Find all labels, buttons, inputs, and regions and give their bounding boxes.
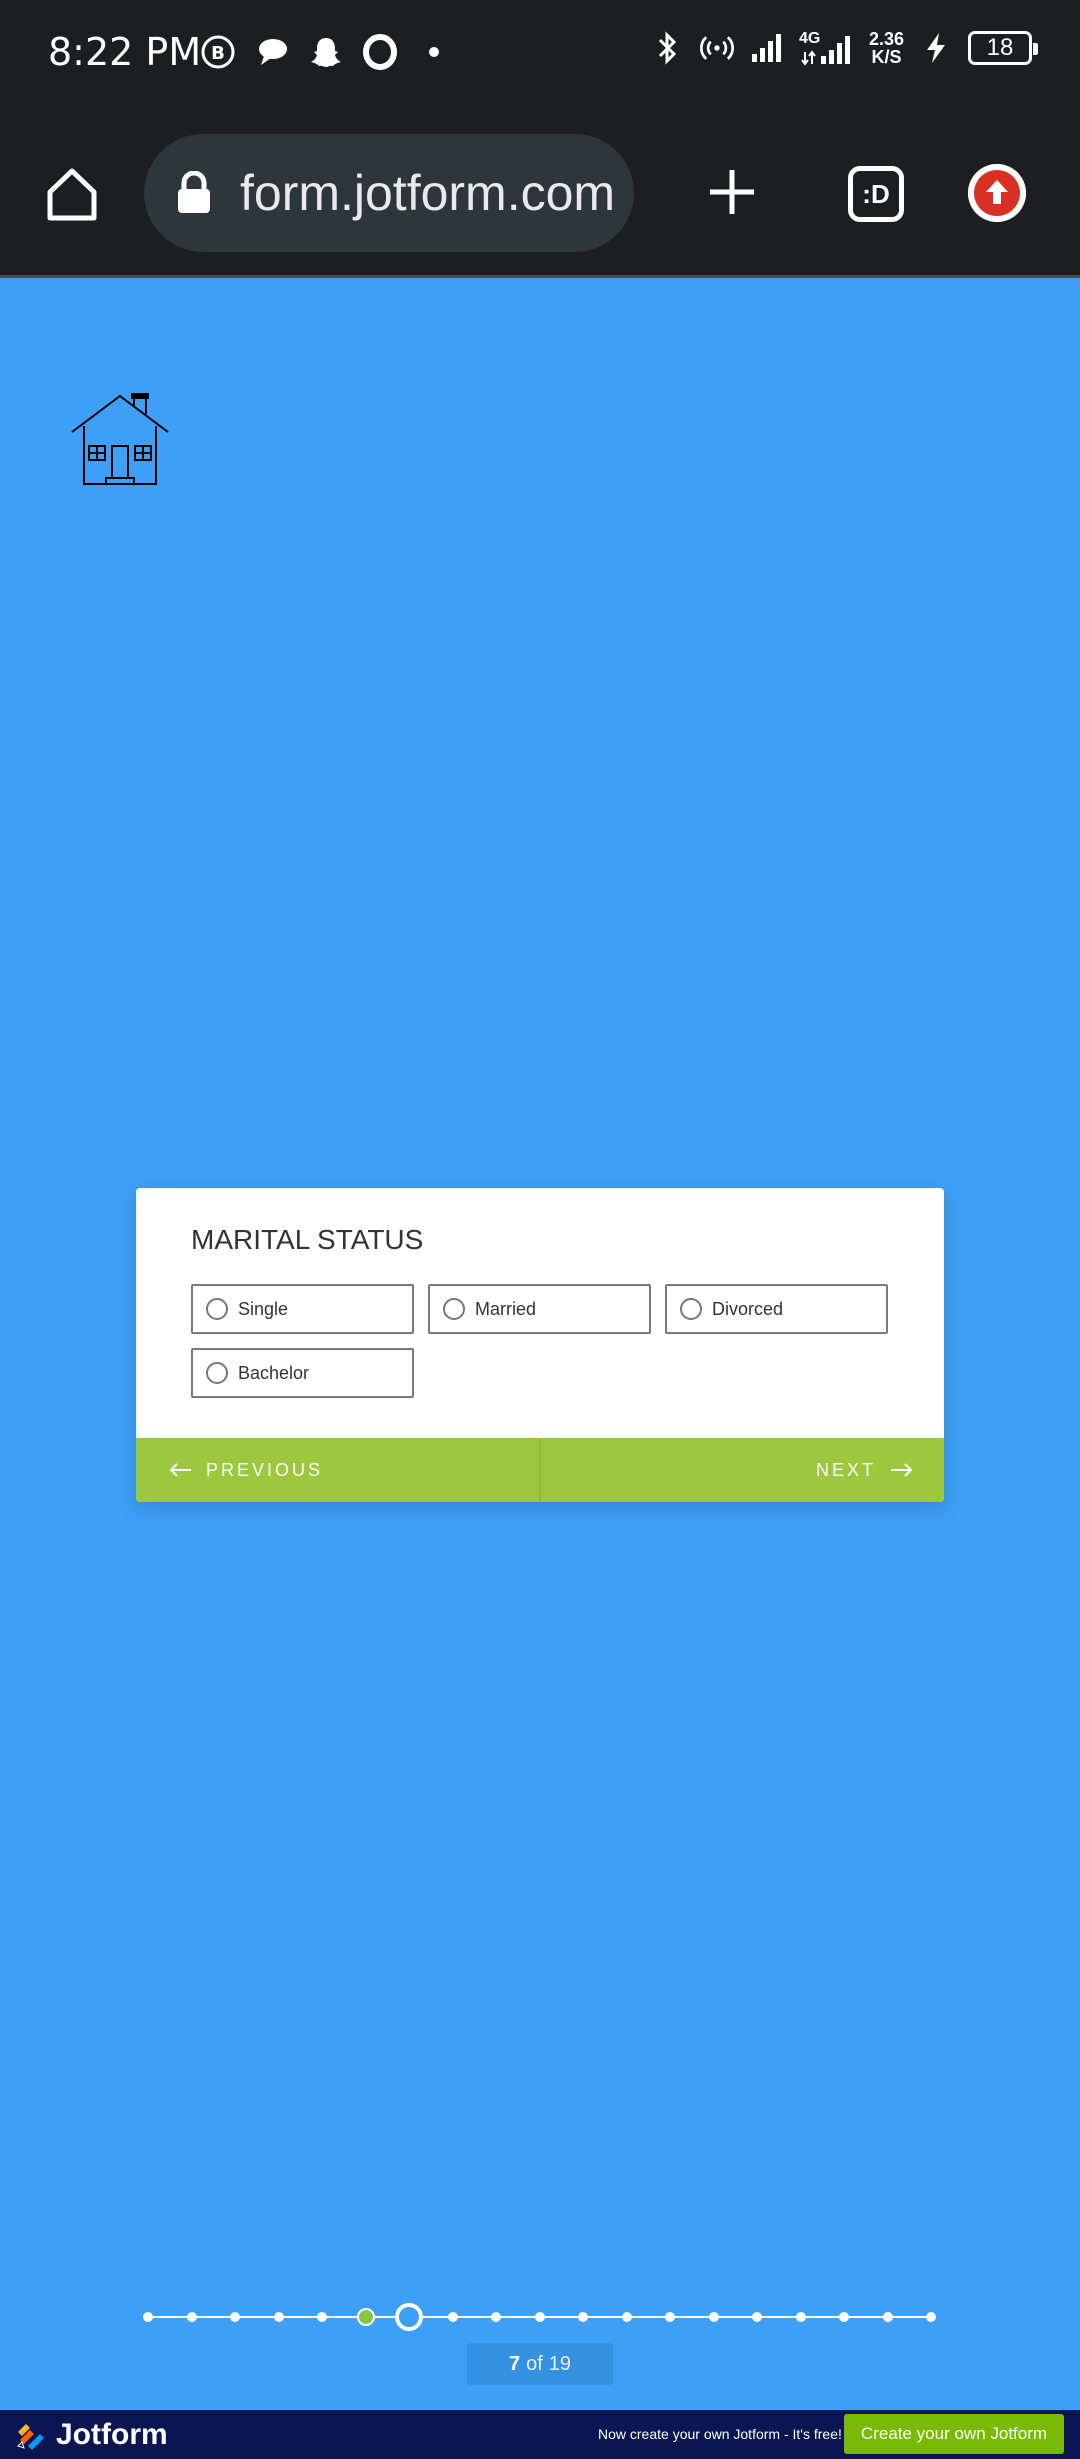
progress-dot[interactable] bbox=[317, 2312, 327, 2322]
svg-text:B: B bbox=[211, 43, 225, 64]
progress-dot[interactable] bbox=[534, 2312, 545, 2322]
tabs-icon[interactable]: :D bbox=[848, 166, 904, 222]
radio-button[interactable] bbox=[680, 1298, 702, 1320]
option-label: Married bbox=[475, 1298, 537, 1319]
option-married[interactable]: Married bbox=[428, 1284, 651, 1334]
tabs-label: :D bbox=[862, 178, 890, 209]
brand-name: Jotform bbox=[56, 2418, 168, 2451]
progress-dot[interactable] bbox=[665, 2312, 675, 2322]
option-label: Single bbox=[238, 1298, 289, 1319]
net-speed-value: 2.36 bbox=[868, 29, 904, 49]
signal-4g-icon: 4G bbox=[799, 30, 855, 66]
option-label: Divorced bbox=[712, 1298, 784, 1319]
charging-icon bbox=[918, 30, 954, 66]
create-jotform-button[interactable]: Create your own Jotform bbox=[844, 2414, 1064, 2454]
page-counter: 7 of 19 bbox=[467, 2343, 613, 2385]
home-icon[interactable] bbox=[42, 164, 102, 224]
progress-dot[interactable] bbox=[395, 2303, 423, 2331]
progress-dot[interactable] bbox=[621, 2312, 632, 2322]
progress-dot[interactable] bbox=[356, 2308, 375, 2326]
system-icons: 4G 2.36 K/S 18 bbox=[649, 30, 1038, 66]
progress-dot[interactable] bbox=[273, 2312, 284, 2322]
page-of: of bbox=[526, 2352, 543, 2375]
address-bar[interactable]: form.jotform.com bbox=[144, 134, 634, 252]
net-speed-unit: K/S bbox=[871, 47, 902, 67]
radio-button[interactable] bbox=[206, 1362, 228, 1384]
dot-icon bbox=[416, 34, 452, 70]
form-card: MARITAL STATUS Single Married Divorced B… bbox=[136, 1188, 944, 1502]
signal-icon bbox=[749, 30, 785, 66]
status-bar: 8:22 PM B 4G 2.36 K/S 18 bbox=[0, 0, 1080, 108]
question-label: MARITAL STATUS bbox=[191, 1224, 424, 1255]
progress-dot[interactable] bbox=[447, 2312, 458, 2322]
option-label: Bachelor bbox=[238, 1362, 310, 1383]
next-label: NEXT bbox=[815, 1459, 876, 1480]
plus-icon[interactable] bbox=[702, 162, 762, 222]
progress-dot[interactable] bbox=[926, 2312, 936, 2322]
jotform-logo-icon bbox=[17, 2424, 44, 2450]
notification-icons: B bbox=[200, 34, 452, 70]
progress-dot[interactable] bbox=[143, 2312, 153, 2322]
progress-dot[interactable] bbox=[491, 2312, 501, 2322]
next-button[interactable]: NEXT bbox=[816, 1438, 912, 1502]
promo-text: Now create your own Jotform - It's free! bbox=[598, 2426, 842, 2442]
page-total: 19 bbox=[548, 2352, 572, 2375]
previous-button[interactable]: PREVIOUS bbox=[170, 1438, 323, 1502]
house-logo-icon bbox=[70, 392, 170, 486]
upload-arrow-icon[interactable] bbox=[968, 164, 1026, 222]
progress-dot[interactable] bbox=[882, 2312, 893, 2322]
progress-dot[interactable] bbox=[708, 2312, 719, 2322]
option-single[interactable]: Single bbox=[191, 1284, 414, 1334]
chat-icon bbox=[254, 34, 290, 70]
hotspot-icon bbox=[699, 30, 735, 66]
opera-icon bbox=[362, 34, 398, 70]
nav-divider bbox=[539, 1438, 541, 1502]
progress-dot[interactable] bbox=[839, 2312, 849, 2322]
status-time: 8:22 PM bbox=[48, 30, 202, 74]
b-badge-icon: B bbox=[200, 34, 236, 70]
progress-dot[interactable] bbox=[578, 2312, 588, 2322]
progress-dot[interactable] bbox=[752, 2312, 762, 2322]
battery-indicator: 18 bbox=[968, 31, 1038, 65]
page-current: 7 bbox=[508, 2352, 521, 2375]
previous-label: PREVIOUS bbox=[206, 1459, 324, 1480]
lock-icon bbox=[174, 170, 214, 215]
option-bachelor[interactable]: Bachelor bbox=[191, 1348, 414, 1398]
arrow-right-icon bbox=[891, 1463, 912, 1477]
network-type: 4G bbox=[798, 30, 821, 47]
jotform-footer: Jotform Now create your own Jotform - It… bbox=[0, 2410, 1080, 2459]
progress-dot[interactable] bbox=[795, 2312, 806, 2322]
arrow-left-icon bbox=[170, 1463, 191, 1477]
form-navigation: PREVIOUS NEXT bbox=[136, 1438, 944, 1502]
progress-dot[interactable] bbox=[230, 2312, 240, 2322]
bluetooth-icon bbox=[649, 30, 685, 66]
option-divorced[interactable]: Divorced bbox=[665, 1284, 888, 1334]
net-speed: 2.36 K/S bbox=[869, 30, 904, 66]
jotform-brand[interactable]: Jotform bbox=[16, 2418, 168, 2452]
url-text: form.jotform.com bbox=[240, 165, 616, 221]
battery-level: 18 bbox=[986, 34, 1014, 61]
radio-button[interactable] bbox=[443, 1298, 465, 1320]
browser-toolbar: form.jotform.com :D bbox=[0, 108, 1080, 278]
radio-button[interactable] bbox=[206, 1298, 228, 1320]
snapchat-icon bbox=[308, 34, 344, 70]
progress-dot[interactable] bbox=[186, 2312, 197, 2322]
